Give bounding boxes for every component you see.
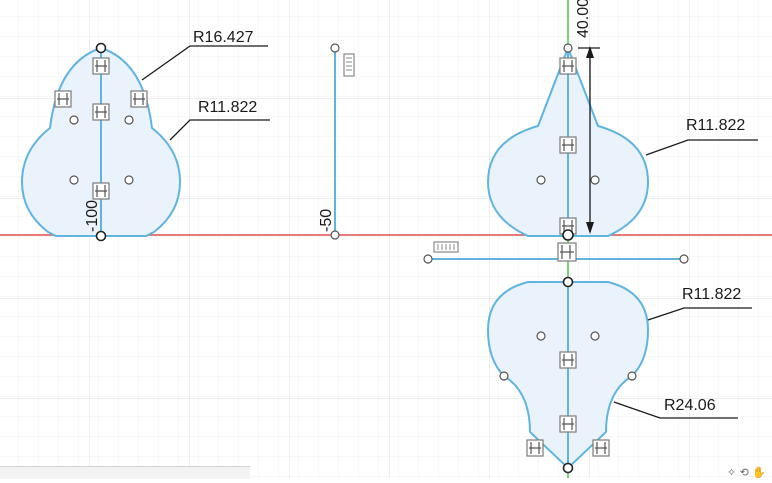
constraint-icon[interactable] [557,242,577,262]
dim-line-length[interactable]: -50 [318,209,335,232]
dim-right-offset[interactable]: 40.00 [575,0,592,38]
pan-icon[interactable]: ✋ [752,466,766,479]
constraint-icon[interactable] [92,182,110,200]
view-tools[interactable]: ✧ ⟲ ✋ [727,466,766,479]
view-cube-icon[interactable]: ✧ [727,466,736,479]
constraint-icon[interactable] [559,415,577,433]
horizontal-constraint-icon[interactable] [433,241,459,253]
constraint-icon[interactable] [559,351,577,369]
constraint-icon[interactable] [130,90,148,108]
status-strip [0,466,250,479]
constraint-icon[interactable] [92,57,110,75]
sketch-svg[interactable]: R16.427 R11.822 -100 -50 40.00 R11.822 R… [0,0,772,478]
constraint-icon[interactable] [592,439,610,457]
dim-left-height[interactable]: -100 [84,200,101,232]
constraint-icon[interactable] [526,439,544,457]
dim-right-upper-radius[interactable]: R11.822 [686,117,745,134]
dim-left-top-radius[interactable]: R16.427 [193,29,254,46]
vertical-constraint-icon[interactable] [343,53,355,77]
constraint-icon[interactable] [559,136,577,154]
constraint-icon[interactable] [54,90,72,108]
origin-point[interactable] [562,229,574,241]
orbit-icon[interactable]: ⟲ [740,466,749,479]
constraint-icon[interactable] [559,57,577,75]
dim-right-lower-radius[interactable]: R11.822 [682,286,741,303]
dim-right-tip-radius[interactable]: R24.06 [664,397,716,414]
constraint-icon[interactable] [92,103,110,121]
sketch-canvas[interactable]: R16.427 R11.822 -100 -50 40.00 R11.822 R… [0,0,772,478]
dim-left-side-radius[interactable]: R11.822 [198,99,257,116]
